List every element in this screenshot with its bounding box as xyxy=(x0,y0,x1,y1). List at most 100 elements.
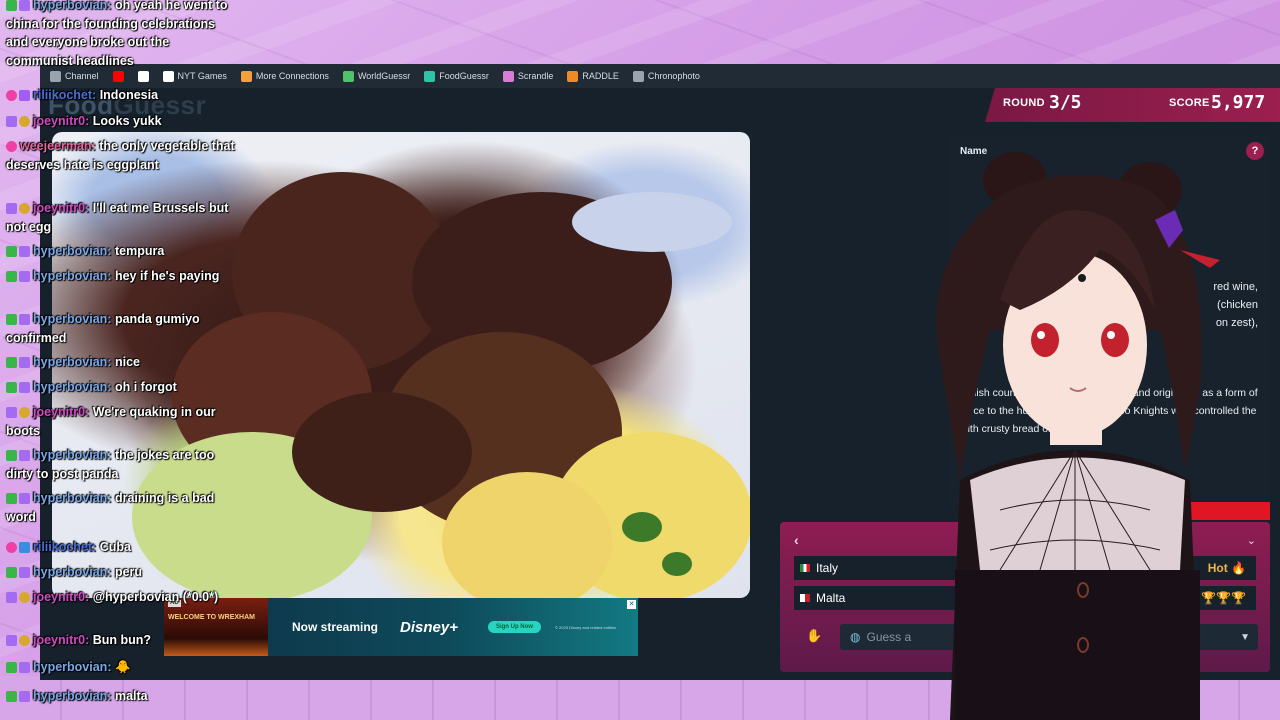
bookmark-x[interactable] xyxy=(137,70,149,82)
chat-separator: : xyxy=(85,405,93,419)
chat-badges xyxy=(6,407,30,418)
youtube-icon xyxy=(112,70,124,82)
chat-message: hyperbovian: draining is a bad word xyxy=(6,489,238,526)
chat-username[interactable]: joeynitr0 xyxy=(33,405,85,419)
gold-badge-icon xyxy=(19,203,30,214)
heart-badge-icon xyxy=(6,141,17,152)
bookmark-channel[interactable]: Channel xyxy=(50,70,99,82)
check-badge-icon xyxy=(6,567,17,578)
chat-badges xyxy=(6,592,30,603)
prime-badge-icon xyxy=(19,567,30,578)
heart-badge-icon xyxy=(6,90,17,101)
prime-badge-icon xyxy=(19,662,30,673)
ad-close-icon[interactable]: ✕ xyxy=(627,600,636,609)
chat-username[interactable]: hyperbovian xyxy=(33,380,107,394)
chat-separator: : xyxy=(85,590,93,604)
chat-separator: : xyxy=(107,491,115,505)
blue-badge-icon xyxy=(19,542,30,553)
chat-text: @hyperbovian (*0.0*) xyxy=(92,590,219,604)
x-icon xyxy=(137,70,149,82)
chat-badges xyxy=(6,0,30,11)
hint-hand-icon[interactable]: ✋ xyxy=(806,628,822,644)
chat-text: Looks yukk xyxy=(92,114,162,128)
chat-username[interactable]: hyperbovian xyxy=(33,565,107,579)
bookmark-youtube[interactable] xyxy=(112,70,124,82)
bookmark-label: More Connections xyxy=(255,71,329,81)
bookmark-more-connections[interactable]: More Connections xyxy=(240,70,329,82)
ingredients-text: red wine, (chicken on zest), xyxy=(1213,278,1258,332)
chat-message: joeynitr0: Bun bun? xyxy=(6,631,238,650)
prime-badge-icon xyxy=(19,382,30,393)
prime-badge-icon xyxy=(6,116,17,127)
chat-badges xyxy=(6,382,30,393)
chat-badges xyxy=(6,314,30,325)
chat-message: riliikochet: Cuba xyxy=(6,538,238,557)
chat-username[interactable]: hyperbovian xyxy=(33,0,107,12)
check-badge-icon xyxy=(6,246,17,257)
chat-username[interactable]: riliikochet xyxy=(33,540,92,554)
ad-signup-button[interactable]: Sign Up Now xyxy=(487,621,541,633)
chat-text: malta xyxy=(114,689,148,703)
chat-message: joeynitr0: We're quaking in our boots xyxy=(6,403,238,440)
bookmark-foodguessr[interactable]: FoodGuessr xyxy=(424,70,489,82)
bookmark-worldguessr[interactable]: WorldGuessr xyxy=(342,70,410,82)
chat-badges xyxy=(6,635,30,646)
chat-username[interactable]: joeynitr0 xyxy=(33,114,85,128)
chat-username[interactable]: joeynitr0 xyxy=(33,633,85,647)
chat-separator: : xyxy=(85,114,93,128)
chat-message: hyperbovian: oh i forgot xyxy=(6,378,238,397)
bookmark-label: Channel xyxy=(65,71,99,81)
bookmark-raddle[interactable]: RADDLE xyxy=(567,70,619,82)
guess-country: Malta xyxy=(816,591,846,605)
chat-message: hyperbovian: oh yeah he went to china fo… xyxy=(6,0,238,70)
chat-username[interactable]: hyperbovian xyxy=(33,689,107,703)
bookmark-nyt-games[interactable]: NYT Games xyxy=(162,70,227,82)
chat-message: hyperbovian: 🐥 xyxy=(6,658,238,677)
bookmark-scrandle[interactable]: Scrandle xyxy=(502,70,553,82)
round-label: ROUND xyxy=(1003,97,1045,109)
chat-username[interactable]: riliikochet xyxy=(33,88,92,102)
ingredients-line: on zest), xyxy=(1215,317,1258,329)
chat-username[interactable]: hyperbovian xyxy=(33,491,107,505)
prime-badge-icon xyxy=(19,0,30,11)
dropdown-chevron-icon[interactable]: ▼ xyxy=(1240,632,1250,643)
help-icon[interactable]: ? xyxy=(1246,142,1264,160)
malta-flag-icon xyxy=(800,594,810,602)
collapse-chevron-icon[interactable]: ⌄ xyxy=(1247,534,1256,547)
chat-separator: : xyxy=(107,689,115,703)
bookmark-label: NYT Games xyxy=(177,71,227,81)
chat-username[interactable]: joeynitr0 xyxy=(33,590,85,604)
chat-badges xyxy=(6,567,30,578)
bookmark-chronophoto[interactable]: Chronophoto xyxy=(632,70,700,82)
chat-username[interactable]: hyperbovian xyxy=(33,355,107,369)
chat-separator: : xyxy=(107,269,115,283)
film-icon xyxy=(50,70,61,82)
chat-separator: : xyxy=(92,88,100,102)
ingredients-line: red wine, xyxy=(1213,281,1258,293)
chat-message: hyperbovian: hey if he's paying xyxy=(6,267,238,286)
back-chevron-icon[interactable]: ‹ xyxy=(794,532,799,548)
chat-separator: : xyxy=(107,244,115,258)
chat-badges xyxy=(6,662,30,673)
check-badge-icon xyxy=(6,357,17,368)
chat-separator: : xyxy=(107,312,115,326)
chat-separator: : xyxy=(107,380,115,394)
chat-separator: : xyxy=(107,355,115,369)
chat-text: oh i forgot xyxy=(114,380,177,394)
chat-username[interactable]: hyperbovian xyxy=(33,660,107,674)
chat-username[interactable]: weejeerman xyxy=(20,139,92,153)
gold-badge-icon xyxy=(19,592,30,603)
check-badge-icon xyxy=(6,493,17,504)
prime-badge-icon xyxy=(19,357,30,368)
chat-username[interactable]: hyperbovian xyxy=(33,448,107,462)
chat-text: Cuba xyxy=(99,540,131,554)
chat-username[interactable]: joeynitr0 xyxy=(33,201,85,215)
guess-country: Italy xyxy=(816,561,839,575)
chat-badges xyxy=(6,141,17,152)
chat-badges xyxy=(6,493,30,504)
chat-username[interactable]: hyperbovian xyxy=(33,312,107,326)
chat-username[interactable]: hyperbovian xyxy=(33,269,107,283)
chat-text: nice xyxy=(114,355,140,369)
chat-username[interactable]: hyperbovian xyxy=(33,244,107,258)
check-badge-icon xyxy=(6,0,17,11)
